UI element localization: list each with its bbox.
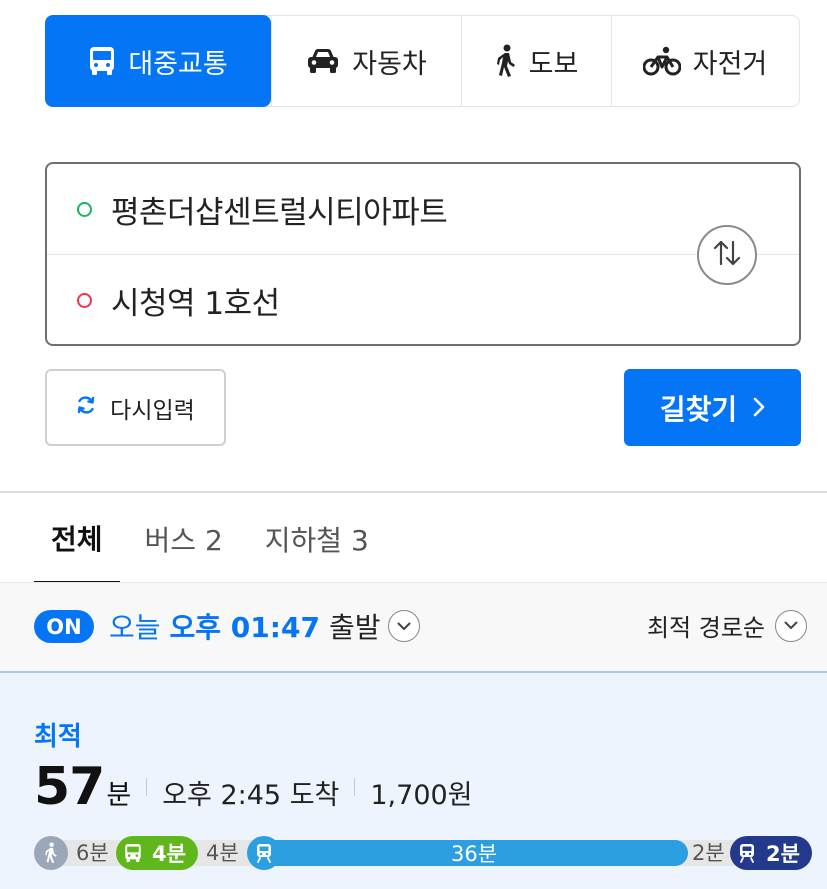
walk-duration: 6분 xyxy=(76,841,109,865)
fare: 1,700원 xyxy=(370,780,473,811)
subway-duration: 36분 xyxy=(450,842,498,866)
sort-label: 최적 경로순 xyxy=(646,614,765,642)
route-summary: 57 분 오후 2:45 도착 1,700원 xyxy=(34,757,473,817)
tab-walk[interactable]: 도보 xyxy=(461,16,611,106)
bus-segment: 4분 xyxy=(116,836,198,870)
departure-time: 오후 01:47 xyxy=(169,611,320,644)
bicycle-icon xyxy=(642,46,681,76)
transfer2-duration: 2분 xyxy=(692,841,725,865)
search-route-button[interactable]: 길찾기 xyxy=(624,369,801,446)
car-icon xyxy=(306,48,340,74)
reset-label: 다시입력 xyxy=(110,397,195,424)
subway-segment: 36분 xyxy=(260,840,688,866)
bus-duration: 4분 xyxy=(152,842,186,866)
tab-subway[interactable]: 지하철 3 xyxy=(248,494,386,584)
section-divider xyxy=(0,491,827,493)
chevron-down-icon xyxy=(775,609,807,642)
summary-separator xyxy=(354,778,356,796)
tab-bicycle-label: 자전거 xyxy=(692,48,768,80)
tab-bus-label: 버스 2 xyxy=(144,524,223,557)
departure-time-selector[interactable]: 오늘 오후 01:47 출발 xyxy=(109,606,421,646)
minutes-unit: 분 xyxy=(106,780,132,811)
tab-transit[interactable]: 대중교통 xyxy=(45,15,271,107)
best-route-label: 최적 xyxy=(34,722,82,752)
reset-button[interactable]: 다시입력 xyxy=(45,369,226,446)
tab-car[interactable]: 자동차 xyxy=(271,16,461,106)
arrival-time: 오후 2:45 도착 xyxy=(162,780,340,811)
chevron-right-icon xyxy=(753,391,765,424)
bus-icon xyxy=(116,836,150,870)
subway2-duration: 2분 xyxy=(766,842,800,866)
walk-icon xyxy=(495,44,517,78)
transfer-duration: 4분 xyxy=(206,841,239,865)
swap-arrows-icon xyxy=(711,239,743,271)
total-minutes: 57 xyxy=(34,757,105,817)
tab-subway-label: 지하철 3 xyxy=(264,524,369,557)
route-result-card[interactable]: 최적 57 분 오후 2:45 도착 1,700원 6분 4분 4분 36분 2… xyxy=(0,671,827,889)
realtime-on-badge[interactable]: ON xyxy=(34,610,94,643)
destination-field[interactable]: 시청역 1호선 xyxy=(47,255,799,346)
departure-day: 오늘 xyxy=(109,611,161,644)
tab-all[interactable]: 전체 xyxy=(34,494,120,584)
result-filter-tabs: 전체 버스 2 지하철 3 xyxy=(34,494,394,584)
departure-bar: ON 오늘 오후 01:47 출발 최적 경로순 xyxy=(0,583,827,671)
tab-walk-label: 도보 xyxy=(528,48,579,80)
subway-line1-segment: 2분 xyxy=(730,836,812,870)
route-input-box: 평촌더샵센트럴시티아파트 시청역 1호선 xyxy=(45,162,801,346)
transport-mode-tabs: 대중교통 자동차 도보 자전거 xyxy=(45,15,800,107)
departure-suffix: 출발 xyxy=(328,611,381,644)
subway-line4-icon xyxy=(247,836,281,870)
chevron-down-icon xyxy=(388,610,421,642)
origin-dot-icon xyxy=(77,202,92,217)
tab-bus[interactable]: 버스 2 xyxy=(128,494,240,584)
search-label: 길찾기 xyxy=(659,392,738,426)
sort-selector[interactable]: 최적 경로순 xyxy=(647,608,807,643)
tab-all-label: 전체 xyxy=(51,522,103,556)
tab-bicycle[interactable]: 자전거 xyxy=(611,16,798,106)
destination-dot-icon xyxy=(77,293,92,308)
origin-text: 평촌더샵센트럴시티아파트 xyxy=(111,195,448,231)
swap-button[interactable] xyxy=(697,225,757,285)
tab-transit-label: 대중교통 xyxy=(128,48,228,80)
bus-icon xyxy=(88,46,116,76)
refresh-icon xyxy=(76,395,96,421)
subway-line1-icon xyxy=(730,836,764,870)
summary-separator xyxy=(146,778,148,796)
tab-car-label: 자동차 xyxy=(352,48,427,80)
destination-text: 시청역 1호선 xyxy=(111,286,280,322)
origin-field[interactable]: 평촌더샵센트럴시티아파트 xyxy=(47,164,799,255)
route-segment-bar: 6분 4분 4분 36분 2분 2분 xyxy=(34,836,812,870)
walk-segment-icon xyxy=(34,836,68,870)
